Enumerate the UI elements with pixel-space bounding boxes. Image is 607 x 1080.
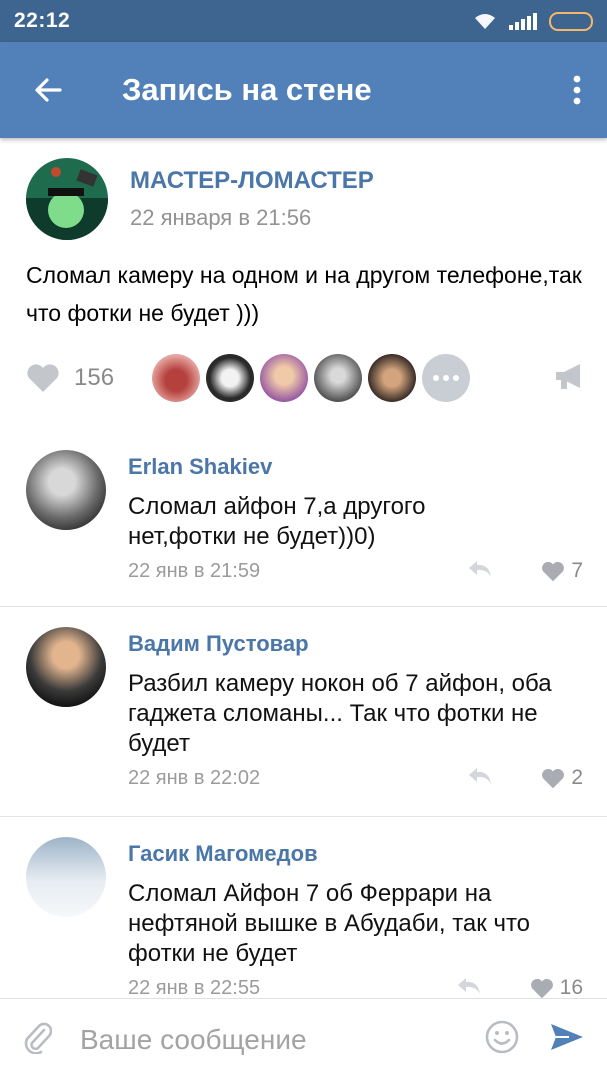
comment-like-count: 7 [571,559,583,582]
comment-item: Erlan Shakiev Сломал айфон 7,а другого н… [0,430,607,607]
comment-like-button[interactable]: 16 [530,976,583,1000]
liker-avatar [152,354,200,402]
comment-date: 22 янв в 22:02 [128,766,261,789]
share-button[interactable] [554,362,586,395]
comment-avatar[interactable] [26,627,106,707]
post-author-block: МАСТЕР-ЛОМАСТЕР 22 января в 21:56 [130,167,374,231]
comment-like-count: 2 [571,766,583,789]
reply-icon [469,560,492,577]
like-button[interactable]: 156 [26,363,152,393]
comment-like-button[interactable]: 7 [541,559,583,583]
comment-text: Сломал айфон 7,а другого нет,фотки не бу… [128,493,426,550]
post-date: 22 января в 21:56 [130,205,312,230]
app-bar: Запись на стене [0,42,607,138]
status-bar: 22:12 [0,0,607,42]
heart-icon [27,364,59,392]
more-menu-button[interactable] [547,42,607,138]
comment-text: Сломал Айфон 7 об Феррари на нефтяной вы… [128,880,531,967]
status-icons [473,11,593,31]
heart-icon [542,768,565,788]
comment-avatar[interactable] [26,837,106,917]
comment-body: Erlan Shakiev Сломал айфон 7,а другого н… [128,454,583,586]
comment-body: Вадим Пустовар Разбил камеру нокон об 7 … [128,631,583,793]
more-likers-button[interactable] [422,354,470,402]
comment-meta: 22 янв в 21:59 7 [128,556,583,586]
author-avatar-image [26,158,108,240]
heart-icon [530,978,553,998]
liker-avatar [368,354,416,402]
signal-icon [509,13,537,30]
emoji-button[interactable] [485,1020,519,1059]
post-like-count: 156 [74,364,115,391]
smiley-icon [485,1020,519,1054]
liker-avatar [314,354,362,402]
comment-like-button[interactable]: 2 [541,766,583,790]
reply-button[interactable] [467,766,493,791]
post-actions: 156 [26,352,586,404]
send-button[interactable] [549,1022,585,1057]
reply-button[interactable] [456,976,482,1001]
back-button[interactable] [0,42,96,138]
wifi-icon [475,14,495,29]
message-input[interactable] [80,1023,485,1056]
author-avatar[interactable] [26,158,108,240]
arrow-back-icon [35,78,62,102]
comment-author[interactable]: Erlan Shakiev [128,454,583,480]
send-icon [551,1024,583,1050]
comments-list: Erlan Shakiev Сломал айфон 7,а другого н… [0,430,607,1037]
status-time: 22:12 [14,9,71,32]
attach-button[interactable] [22,1020,53,1059]
post-author-name[interactable]: МАСТЕР-ЛОМАСТЕР [130,167,374,195]
heart-icon [542,561,565,581]
comment-date: 22 янв в 22:55 [128,976,261,999]
reply-icon [469,767,492,784]
comment-body: Гасик Магомедов Сломал Айфон 7 об Феррар… [128,841,583,1003]
page-title: Запись на стене [122,72,372,107]
comment-item: Вадим Пустовар Разбил камеру нокон об 7 … [0,607,607,817]
reply-button[interactable] [467,559,493,584]
comment-author[interactable]: Вадим Пустовар [128,631,583,657]
battery-icon [549,11,593,31]
comment-text: Разбил камеру нокон об 7 айфон, оба гадж… [128,670,552,757]
more-vertical-icon [573,75,581,105]
post-header: МАСТЕР-ЛОМАСТЕР 22 января в 21:56 [26,158,374,240]
comment-avatar[interactable] [26,450,106,530]
liker-avatar [260,354,308,402]
liker-avatar [206,354,254,402]
comment-meta: 22 янв в 22:02 2 [128,763,583,793]
comment-date: 22 янв в 21:59 [128,559,261,582]
comment-author[interactable]: Гасик Магомедов [128,841,583,867]
comment-like-count: 16 [559,976,583,999]
megaphone-icon [556,363,580,389]
post-text: Сломал камеру на одном и на другом телеф… [26,262,582,326]
reply-icon [457,977,480,994]
message-composer [0,998,607,1080]
paperclip-icon [24,1022,53,1055]
likers-list[interactable] [152,354,470,402]
